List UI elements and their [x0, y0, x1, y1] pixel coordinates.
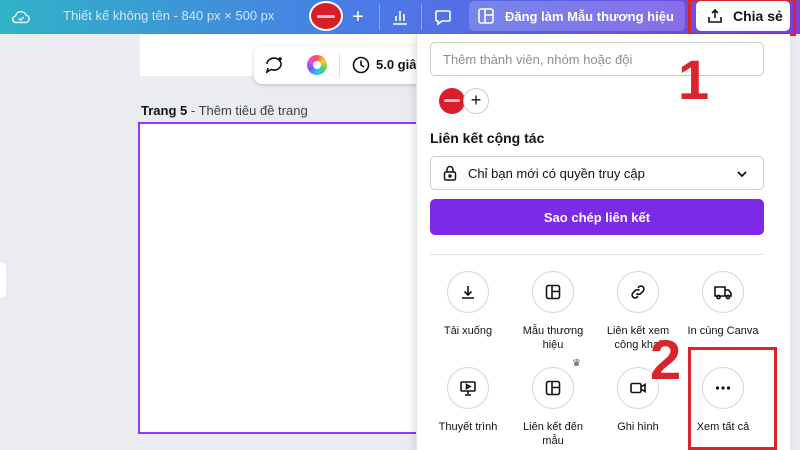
brand-template-label: Đăng làm Mẫu thương hiệu: [505, 8, 674, 24]
divider: [339, 53, 340, 77]
divider: [379, 4, 380, 30]
comment-icon: [435, 10, 451, 26]
color-wheel-icon[interactable]: [307, 55, 327, 75]
video-camera-icon: [630, 382, 646, 394]
insights-button[interactable]: [385, 2, 415, 32]
page-title-placeholder: - Thêm tiêu đề trang: [187, 103, 308, 118]
truck-icon: [714, 286, 732, 300]
avatar[interactable]: [309, 1, 343, 31]
clock-icon[interactable]: [352, 56, 370, 74]
presentation-icon: [460, 381, 476, 396]
cloud-check-icon[interactable]: [10, 6, 32, 28]
template-link-icon: [545, 380, 561, 396]
present-option[interactable]: Thuyết trình: [427, 367, 509, 434]
comment-button[interactable]: [428, 2, 458, 32]
template-link-option[interactable]: ♛ Liên kết đến mẫu: [512, 358, 594, 448]
bar-chart-icon: [393, 11, 407, 25]
design-page[interactable]: [138, 122, 423, 434]
download-option[interactable]: Tải xuống: [427, 271, 509, 338]
lock-icon: [443, 165, 457, 181]
crown-icon: ♛: [572, 358, 581, 369]
link-icon: [631, 285, 645, 299]
brand-template-option[interactable]: Mẫu thương hiệu: [512, 271, 594, 352]
design-title[interactable]: Thiết kế không tên - 840 px × 500 px: [63, 8, 274, 23]
magic-comment-icon[interactable]: [264, 55, 286, 75]
access-level-select[interactable]: Chỉ bạn mới có quyền truy cập: [430, 156, 764, 190]
template-icon: [478, 8, 494, 24]
option-label: Tải xuống: [443, 325, 493, 337]
template-icon: [545, 284, 561, 300]
add-person-button[interactable]: +: [463, 88, 489, 114]
scroll-handle[interactable]: [0, 262, 6, 298]
add-member-button[interactable]: +: [345, 2, 371, 32]
collab-link-heading: Liên kết cộng tác: [430, 130, 545, 146]
annotation-step-1: 1: [678, 48, 710, 111]
option-label: Liên kết đến mẫu: [523, 421, 583, 447]
access-level-value: Chỉ bạn mới có quyền truy cập: [468, 165, 645, 181]
divider: [421, 4, 422, 30]
annotation-highlight-share: [688, 0, 796, 36]
avatar: [439, 88, 465, 114]
page-number: Trang 5: [141, 103, 188, 118]
option-label: Thuyết trình: [438, 421, 498, 433]
option-label: In cùng Canva: [687, 325, 759, 337]
copy-link-button[interactable]: Sao chép liên kết: [430, 199, 764, 235]
option-label: Ghi hình: [617, 421, 659, 433]
page-toolbar: 5.0 giâ: [254, 46, 434, 84]
brand-template-button[interactable]: Đăng làm Mẫu thương hiệu: [469, 1, 685, 31]
page-title[interactable]: Trang 5 - Thêm tiêu đề trang: [141, 103, 308, 118]
download-icon: [462, 286, 474, 299]
annotation-highlight-see-all: [688, 347, 777, 450]
print-option[interactable]: In cùng Canva: [682, 271, 764, 338]
page-duration[interactable]: 5.0 giâ: [376, 57, 416, 72]
top-bar: Thiết kế không tên - 840 px × 500 px + Đ…: [0, 0, 800, 36]
chevron-down-icon: [737, 171, 747, 178]
divider: [430, 254, 764, 255]
option-label: Mẫu thương hiệu: [522, 325, 584, 351]
annotation-step-2: 2: [650, 328, 682, 391]
member-search-input[interactable]: Thêm thành viên, nhóm hoặc đội: [430, 42, 764, 76]
